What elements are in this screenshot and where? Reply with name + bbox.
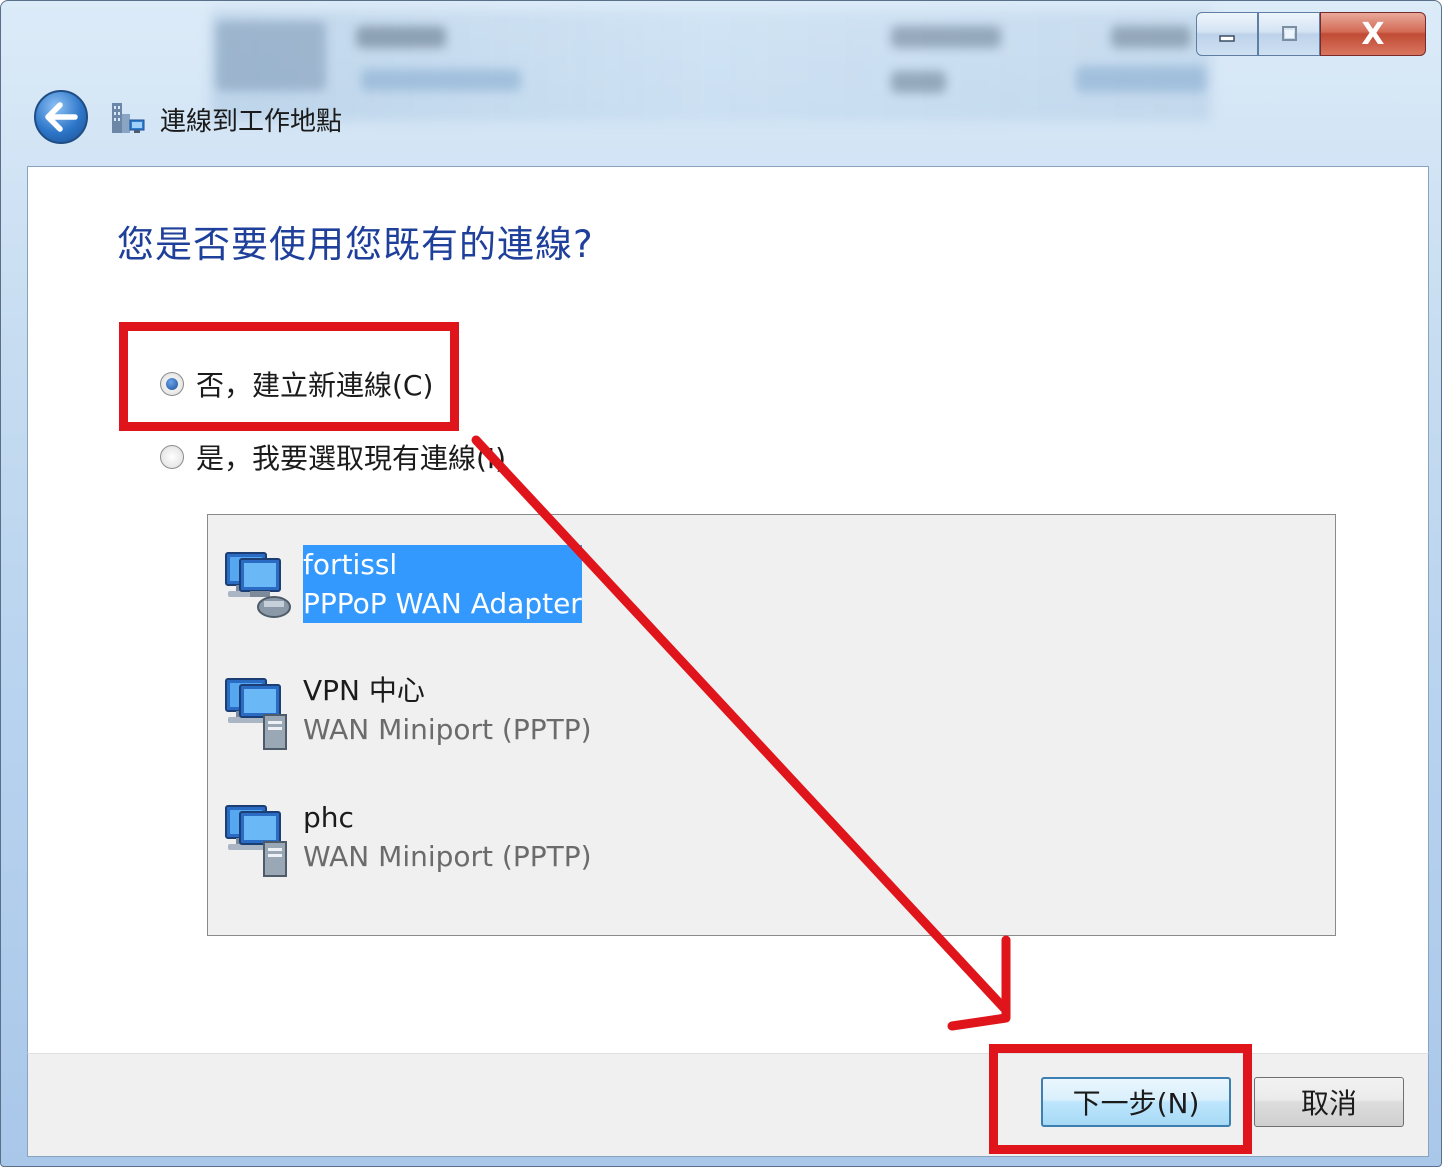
annotation-arrow xyxy=(471,435,1011,1031)
